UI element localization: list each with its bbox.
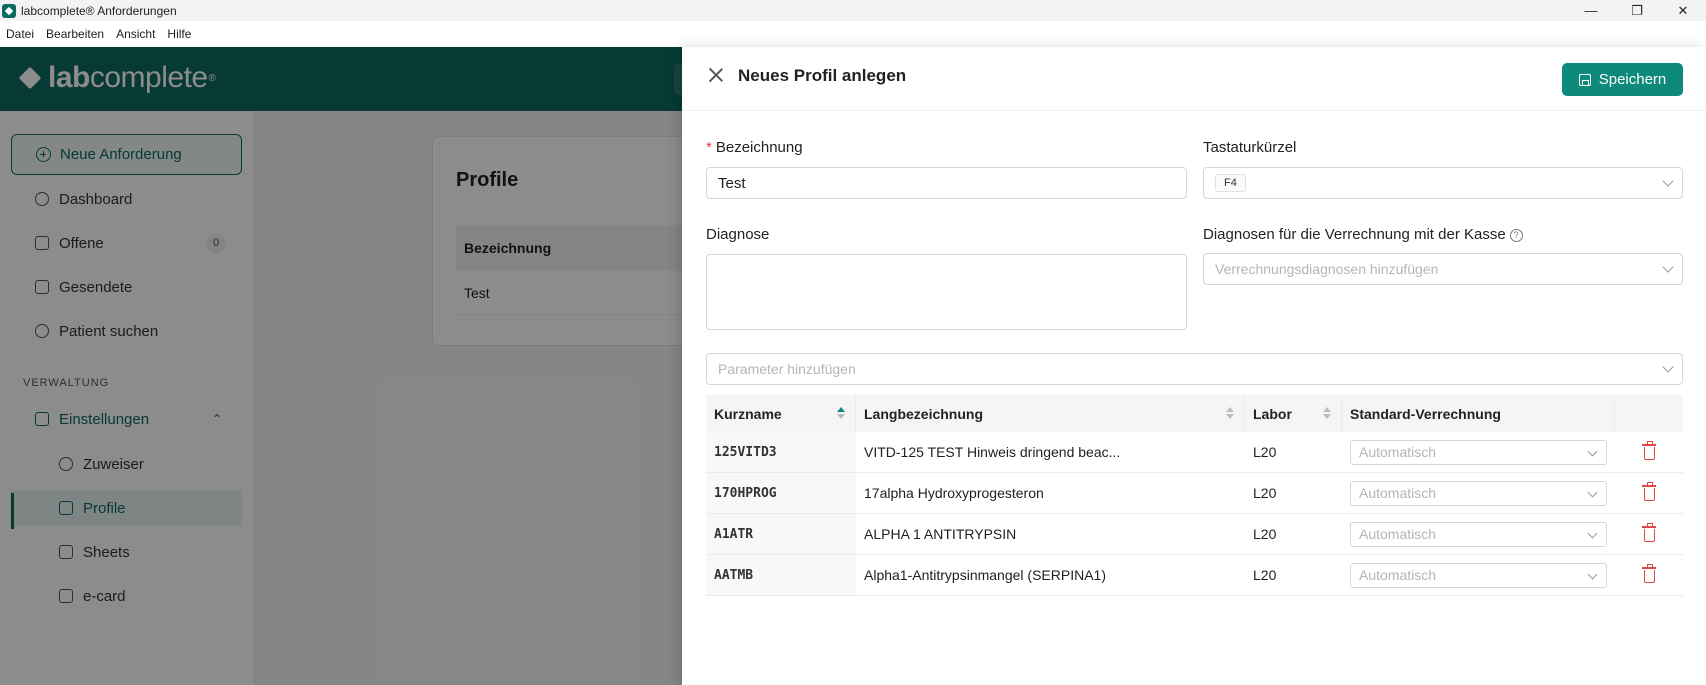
menu-datei[interactable]: Datei bbox=[0, 27, 40, 41]
menu-ansicht[interactable]: Ansicht bbox=[110, 27, 161, 41]
diagnose-label: Diagnose bbox=[706, 226, 770, 243]
window-titlebar: labcomplete® Anforderungen — ❐ ✕ bbox=[0, 0, 1706, 21]
help-icon[interactable]: ? bbox=[1509, 228, 1523, 242]
sort-icon bbox=[837, 407, 845, 419]
select-placeholder: Automatisch bbox=[1359, 444, 1437, 460]
bezeichnung-input[interactable]: Test bbox=[706, 167, 1187, 199]
parameter-table: Kurzname Langbezeichnung Labor Standard-… bbox=[706, 395, 1683, 596]
actions-cell bbox=[1615, 473, 1683, 513]
save-label: Speichern bbox=[1598, 71, 1667, 88]
actions-cell bbox=[1615, 555, 1683, 595]
parameter-select[interactable]: Parameter hinzufügen bbox=[706, 353, 1683, 385]
kasse-label-text: Diagnosen für die Verrechnung mit der Ka… bbox=[1203, 226, 1506, 243]
chevron-down-icon bbox=[1662, 361, 1674, 373]
select-placeholder: Automatisch bbox=[1359, 567, 1437, 583]
labor-cell: L20 bbox=[1253, 567, 1277, 583]
maximize-button[interactable]: ❐ bbox=[1614, 0, 1660, 21]
column-header-text: Standard-Verrechnung bbox=[1350, 405, 1501, 422]
column-header-standard-verrechnung: Standard-Verrechnung bbox=[1342, 395, 1615, 432]
labor-cell: L20 bbox=[1253, 526, 1277, 542]
verrechnung-cell: Automatisch bbox=[1342, 432, 1615, 472]
column-header-actions bbox=[1615, 395, 1683, 432]
column-header-labor[interactable]: Labor bbox=[1245, 395, 1342, 432]
table-row: A1ATR ALPHA 1 ANTITRYPSIN L20 Automatisc… bbox=[706, 514, 1683, 555]
select-placeholder: Automatisch bbox=[1359, 485, 1437, 501]
langbezeichnung-cell: Alpha1-Antitrypsinmangel (SERPINA1) bbox=[864, 567, 1106, 583]
window-title: labcomplete® Anforderungen bbox=[21, 3, 177, 18]
verrechnung-cell: Automatisch bbox=[1342, 473, 1615, 513]
chevron-down-icon bbox=[1587, 569, 1598, 579]
chevron-down-icon bbox=[1662, 261, 1674, 273]
menu-hilfe[interactable]: Hilfe bbox=[161, 27, 197, 41]
minimize-button[interactable]: — bbox=[1568, 0, 1614, 21]
column-header-text: Labor bbox=[1253, 405, 1292, 422]
drawer-header: Neues Profil anlegen Speichern bbox=[682, 47, 1706, 111]
select-placeholder: Automatisch bbox=[1359, 526, 1437, 542]
diagnose-textarea[interactable] bbox=[706, 254, 1187, 330]
close-window-button[interactable]: ✕ bbox=[1660, 0, 1706, 21]
required-marker: * bbox=[706, 139, 712, 156]
table-row: 170HPROG 17alpha Hydroxyprogesteron L20 … bbox=[706, 473, 1683, 514]
app-icon bbox=[2, 3, 16, 18]
trash-icon[interactable] bbox=[1641, 441, 1656, 460]
shortcut-select[interactable]: F4 bbox=[1203, 167, 1683, 199]
verrechnung-select[interactable]: Automatisch bbox=[1350, 439, 1607, 465]
chevron-down-icon bbox=[1587, 487, 1598, 497]
window-controls: — ❐ ✕ bbox=[1568, 0, 1706, 21]
chevron-down-icon bbox=[1587, 446, 1598, 456]
column-header-langbezeichnung[interactable]: Langbezeichnung bbox=[856, 395, 1245, 432]
sort-icon bbox=[1226, 407, 1234, 419]
kasse-placeholder: Verrechnungsdiagnosen hinzufügen bbox=[1215, 261, 1439, 277]
drawer-title: Neues Profil anlegen bbox=[738, 66, 907, 85]
menu-bar: Datei Bearbeiten Ansicht Hilfe bbox=[0, 21, 1706, 47]
app-area: lab complete ® Neue Anforderung Dashboar… bbox=[0, 47, 1706, 685]
trash-icon[interactable] bbox=[1641, 523, 1656, 542]
table-row: AATMB Alpha1-Antitrypsinmangel (SERPINA1… bbox=[706, 555, 1683, 596]
kurzname-cell: A1ATR bbox=[706, 514, 856, 554]
column-header-kurzname[interactable]: Kurzname bbox=[706, 395, 856, 432]
new-profile-drawer: Neues Profil anlegen Speichern * Bezeichn… bbox=[682, 47, 1706, 685]
menu-bearbeiten[interactable]: Bearbeiten bbox=[40, 27, 110, 41]
shortcut-label: Tastaturkürzel bbox=[1203, 139, 1297, 156]
table-row: 125VITD3 VITD-125 TEST Hinweis dringend … bbox=[706, 432, 1683, 473]
shortcut-tag: F4 bbox=[1215, 174, 1246, 192]
parameter-placeholder: Parameter hinzufügen bbox=[718, 361, 856, 377]
actions-cell bbox=[1615, 432, 1683, 472]
verrechnung-cell: Automatisch bbox=[1342, 555, 1615, 595]
chevron-down-icon bbox=[1587, 528, 1598, 538]
labor-cell: L20 bbox=[1253, 485, 1277, 501]
sort-icon bbox=[1323, 407, 1331, 419]
chevron-down-icon bbox=[1662, 175, 1674, 187]
kasse-diagnosis-select[interactable]: Verrechnungsdiagnosen hinzufügen bbox=[1203, 253, 1683, 285]
langbezeichnung-cell: VITD-125 TEST Hinweis dringend beac... bbox=[864, 444, 1121, 460]
verrechnung-select[interactable]: Automatisch bbox=[1350, 562, 1607, 588]
bezeichnung-label-text: Bezeichnung bbox=[715, 139, 803, 156]
actions-cell bbox=[1615, 514, 1683, 554]
trash-icon[interactable] bbox=[1641, 482, 1656, 501]
labor-cell: L20 bbox=[1253, 444, 1277, 460]
kasse-label: Diagnosen für die Verrechnung mit der Ka… bbox=[1203, 226, 1523, 243]
trash-icon[interactable] bbox=[1641, 564, 1656, 583]
verrechnung-cell: Automatisch bbox=[1342, 514, 1615, 554]
table-header: Kurzname Langbezeichnung Labor Standard-… bbox=[706, 395, 1683, 432]
close-icon[interactable] bbox=[708, 67, 724, 83]
kurzname-cell: 170HPROG bbox=[706, 473, 856, 513]
save-icon bbox=[1578, 73, 1591, 86]
verrechnung-select[interactable]: Automatisch bbox=[1350, 480, 1607, 506]
verrechnung-select[interactable]: Automatisch bbox=[1350, 521, 1607, 547]
column-header-text: Kurzname bbox=[714, 405, 782, 422]
save-button[interactable]: Speichern bbox=[1562, 63, 1683, 96]
bezeichnung-label: * Bezeichnung bbox=[706, 139, 803, 156]
column-header-text: Langbezeichnung bbox=[864, 405, 983, 422]
kurzname-cell: 125VITD3 bbox=[706, 432, 856, 472]
langbezeichnung-cell: ALPHA 1 ANTITRYPSIN bbox=[864, 526, 1017, 542]
modal-backdrop[interactable] bbox=[0, 47, 682, 685]
kurzname-cell: AATMB bbox=[706, 555, 856, 595]
langbezeichnung-cell: 17alpha Hydroxyprogesteron bbox=[864, 485, 1044, 501]
